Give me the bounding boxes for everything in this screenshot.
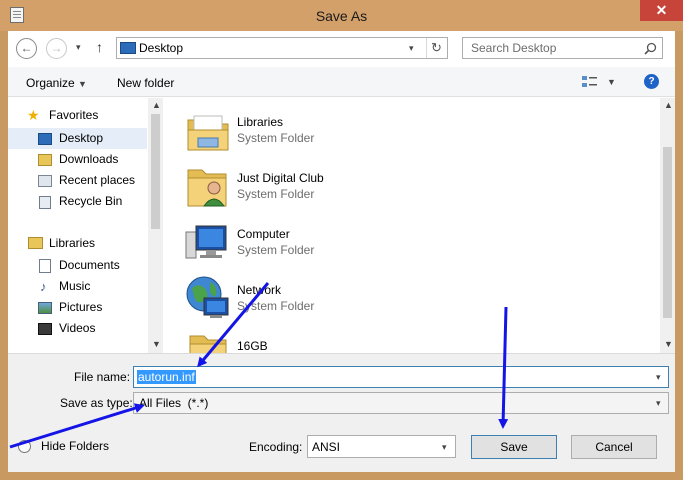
annotation-arrows (9, 282, 509, 449)
arrow-to-filename (197, 282, 270, 368)
arrow-to-savetype (9, 403, 145, 449)
arrow-to-save (498, 306, 509, 429)
